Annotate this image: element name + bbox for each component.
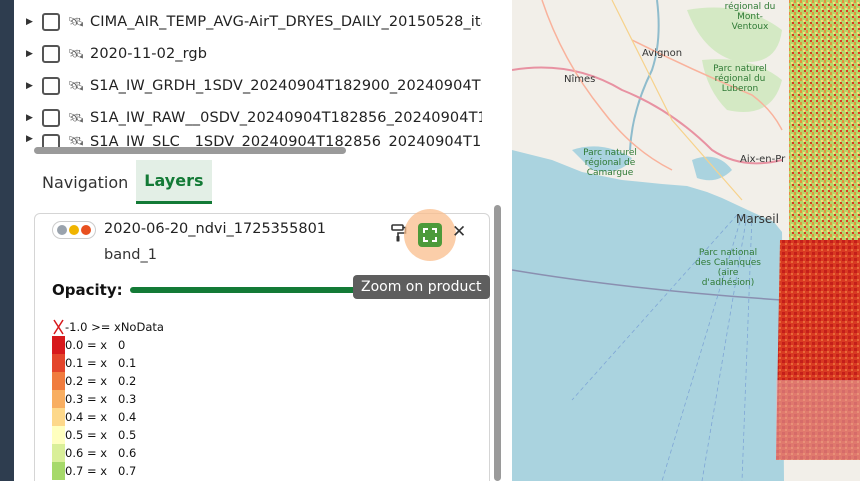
legend-entry: -1.0 >= xNoData [52, 318, 182, 336]
legend-label: 0.6 = x 0.6 [65, 446, 137, 460]
legend-swatch [52, 318, 65, 336]
opacity-label: Opacity: [52, 281, 123, 299]
legend-label: 0.7 = x 0.7 [65, 464, 137, 478]
legend-entry: 0.5 = x 0.5 [52, 426, 182, 444]
product-name: S1A_IW_SLC__1SDV_20240904T182856_2024090… [90, 134, 482, 148]
map-view[interactable]: Avignon Nîmes Aix-en-Pr Marseil régional… [512, 0, 860, 481]
caret-right-icon[interactable]: ▶ [26, 81, 38, 91]
product-checkbox[interactable] [42, 134, 60, 148]
horizontal-scrollbar[interactable] [34, 147, 346, 154]
caret-right-icon[interactable]: ▶ [26, 113, 38, 123]
product-checkbox[interactable] [42, 109, 60, 127]
dot-yellow [69, 225, 79, 235]
product-row[interactable]: ▶ 🛰 CIMA_AIR_TEMP_AVG-AirT_DRYES_DAILY_201… [26, 6, 496, 38]
park-label: régional du Mont-Ventoux [724, 2, 776, 32]
legend-label: 0.3 = x 0.3 [65, 392, 137, 406]
satellite-icon: 🛰 [68, 110, 85, 126]
city-label: Marseil [736, 212, 779, 226]
legend-label: 0.1 = x 0.1 [65, 356, 137, 370]
legend-entry: 0.7 = x 0.7 [52, 462, 182, 480]
satellite-icon: 🛰 [68, 46, 85, 62]
legend-entry: 0.3 = x 0.3 [52, 390, 182, 408]
product-checkbox[interactable] [42, 77, 60, 95]
caret-right-icon[interactable]: ▶ [26, 49, 38, 59]
park-label: Parc naturel régional de Camargue [583, 148, 637, 178]
product-row[interactable]: ▶ 🛰 2020-11-02_rgb [26, 38, 496, 70]
tab-layers[interactable]: Layers [136, 160, 212, 204]
legend-entry: 0.0 = x 0 [52, 336, 182, 354]
legend-label: 0.0 = x 0 [65, 338, 126, 352]
panel-tabs: Navigation Layers [34, 160, 212, 204]
close-icon[interactable]: ✕ [452, 222, 466, 242]
legend-swatch [52, 336, 65, 354]
product-row[interactable]: ▶ 🛰 S1A_IW_SLC__1SDV_20240904T182856_20240… [26, 134, 496, 148]
legend-entry: 0.6 = x 0.6 [52, 444, 182, 462]
legend-entry: 0.4 = x 0.4 [52, 408, 182, 426]
left-strip [0, 0, 14, 481]
legend-swatch [52, 444, 65, 462]
city-label: Avignon [642, 48, 683, 59]
satellite-icon: 🛰 [68, 78, 85, 94]
layer-band: band_1 [104, 247, 157, 263]
product-name: S1A_IW_RAW__0SDV_20240904T182856_2024090… [90, 110, 482, 126]
legend-label: -1.0 >= xNoData [65, 320, 164, 334]
satellite-icon: 🛰 [68, 14, 85, 30]
legend-swatch [52, 462, 65, 480]
opacity-slider[interactable] [130, 287, 366, 293]
park-label: Parc national des Calanques (aire d'adhé… [695, 248, 761, 288]
product-name: 2020-11-02_rgb [90, 46, 208, 62]
dot-orange [81, 225, 91, 235]
legend-label: 0.4 = x 0.4 [65, 410, 137, 424]
map-canvas [512, 0, 860, 481]
caret-right-icon[interactable]: ▶ [26, 134, 38, 144]
product-checkbox[interactable] [42, 45, 60, 63]
product-row[interactable]: ▶ 🛰 S1A_IW_RAW__0SDV_20240904T182856_20240… [26, 102, 496, 134]
expand-icon [423, 228, 437, 242]
zoom-tooltip: Zoom on product [353, 275, 490, 299]
dot-gray [57, 225, 67, 235]
legend-swatch [52, 372, 65, 390]
vertical-scrollbar[interactable] [494, 205, 501, 481]
legend-entry: 0.2 = x 0.2 [52, 372, 182, 390]
layer-toggle-dots[interactable] [52, 221, 96, 239]
product-name: S1A_IW_GRDH_1SDV_20240904T182900_2024090… [90, 78, 482, 94]
legend-swatch [52, 408, 65, 426]
legend-label: 0.2 = x 0.2 [65, 374, 137, 388]
caret-right-icon[interactable]: ▶ [26, 17, 38, 27]
product-row[interactable]: ▶ 🛰 S1A_IW_GRDH_1SDV_20240904T182900_20240… [26, 70, 496, 102]
park-label: Parc naturel régional du Luberon [713, 64, 767, 94]
satellite-icon: 🛰 [68, 134, 85, 148]
tab-navigation[interactable]: Navigation [34, 160, 136, 204]
city-label: Nîmes [564, 74, 596, 85]
legend-swatch [52, 354, 65, 372]
zoom-on-product-button[interactable] [418, 223, 442, 247]
legend-swatch [52, 390, 65, 408]
layer-name: 2020-06-20_ndvi_1725355801 [104, 221, 327, 237]
legend-label: 0.5 = x 0.5 [65, 428, 137, 442]
product-checkbox[interactable] [42, 13, 60, 31]
product-name: CIMA_AIR_TEMP_AVG-AirT_DRYES_DAILY_20150… [90, 14, 482, 30]
legend-entry: 0.1 = x 0.1 [52, 354, 182, 372]
city-label: Aix-en-Pr [740, 154, 786, 165]
legend-swatch [52, 426, 65, 444]
